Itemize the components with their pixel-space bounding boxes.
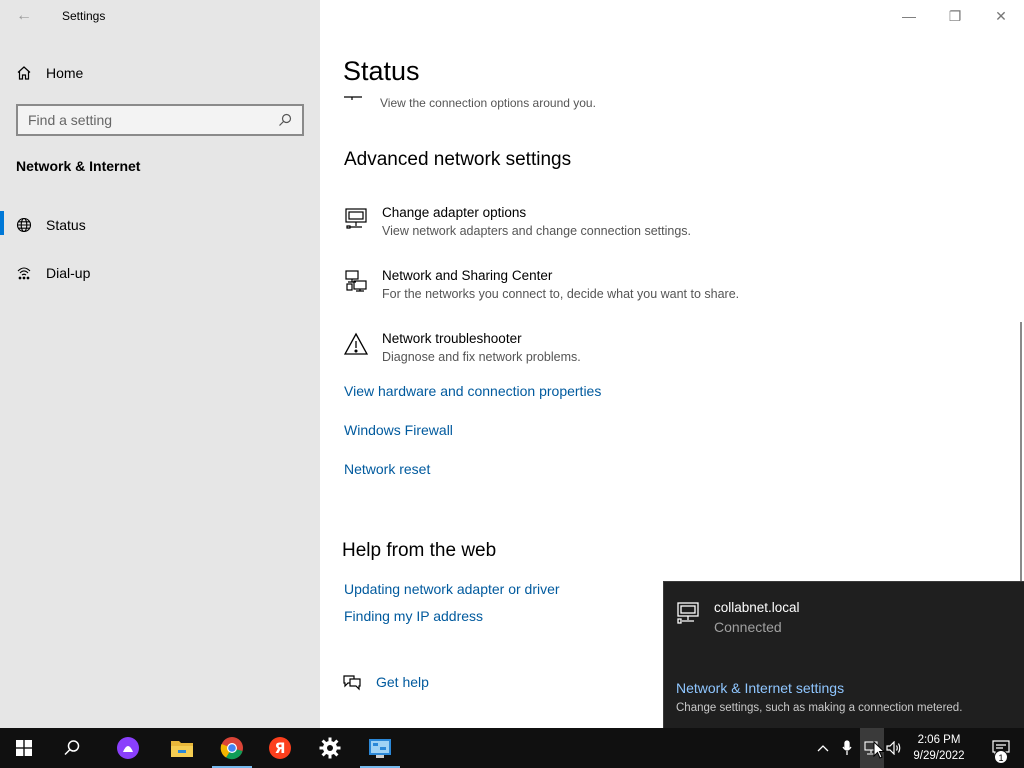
section-label-network-internet: Network & Internet (16, 158, 141, 174)
network-troubleshooter[interactable]: Network troubleshooter Diagnose and fix … (344, 330, 581, 366)
help-from-web-heading: Help from the web (342, 540, 497, 561)
maximize-button[interactable]: ❐ (932, 0, 978, 32)
file-explorer-icon (171, 741, 193, 757)
sidebar-item-dialup-label: Dial-up (46, 265, 91, 281)
finding-ip-address-link[interactable]: Finding my IP address (344, 608, 483, 624)
start-button[interactable] (0, 728, 48, 768)
warning-icon (344, 332, 368, 355)
close-button[interactable]: ✕ (978, 0, 1024, 32)
network-status: Connected (714, 619, 782, 635)
sidebar-item-status-label: Status (46, 217, 86, 233)
home-nav-item[interactable]: Home (16, 60, 83, 86)
clock-date: 9/29/2022 (913, 750, 965, 762)
search-icon (279, 113, 292, 126)
control-panel-icon (369, 739, 391, 758)
network-settings-desc: Change settings, such as making a connec… (676, 702, 963, 714)
get-help-label: Get help (376, 674, 429, 690)
microphone-tray-button[interactable] (836, 728, 858, 768)
home-label: Home (46, 65, 84, 81)
control-panel-button[interactable] (356, 728, 404, 768)
change-adapter-options[interactable]: Change adapter options View network adap… (344, 204, 691, 240)
notification-count-badge: 1 (994, 750, 1008, 764)
volume-tray-button[interactable] (884, 728, 904, 768)
network-flyout: collabnet.local Connected Network & Inte… (663, 581, 1024, 728)
app-title: Settings (62, 9, 106, 23)
get-help-icon (343, 675, 361, 691)
action-center-button[interactable]: 1 (978, 728, 1024, 768)
microphone-icon (842, 740, 852, 755)
back-arrow-icon[interactable]: ← (10, 2, 38, 30)
search-icon (64, 740, 80, 756)
change-adapter-desc: View network adapters and change connect… (382, 224, 691, 238)
network-reset-link[interactable]: Network reset (344, 461, 430, 477)
yandex-browser-button[interactable]: Я (256, 728, 304, 768)
change-adapter-title: Change adapter options (382, 205, 527, 220)
window-controls: — ❐ ✕ (886, 0, 1024, 32)
chrome-button[interactable] (208, 728, 256, 768)
network-options-icon (344, 88, 364, 100)
partial-option-desc: View the connection options around you. (380, 96, 596, 110)
find-setting-input[interactable] (28, 112, 278, 128)
advanced-settings-heading: Advanced network settings (344, 149, 572, 170)
page-title: Status (343, 56, 420, 86)
adapter-icon (345, 208, 367, 229)
volume-icon (886, 741, 901, 755)
settings-app-button[interactable] (306, 728, 354, 768)
troubleshooter-title: Network troubleshooter (382, 331, 522, 346)
alice-icon (117, 737, 139, 759)
taskbar-clock[interactable]: 2:06 PM 9/29/2022 (904, 732, 974, 764)
sidebar-item-status[interactable]: Status (0, 208, 320, 242)
sharing-center-icon (345, 270, 367, 292)
settings-gear-icon (319, 737, 341, 759)
find-setting-search-box[interactable] (16, 104, 304, 136)
mouse-cursor-icon (873, 741, 885, 759)
home-icon (17, 66, 31, 80)
alice-app-button[interactable] (104, 728, 152, 768)
yandex-icon: Я (269, 737, 291, 759)
file-explorer-button[interactable] (158, 728, 206, 768)
dialup-icon (17, 267, 31, 280)
clock-time: 2:06 PM (917, 734, 961, 746)
get-help-link[interactable]: Get help (342, 673, 429, 691)
updating-network-adapter-link[interactable]: Updating network adapter or driver (344, 581, 560, 597)
svg-text:Я: Я (275, 741, 286, 757)
chevron-up-icon (817, 745, 829, 752)
view-hardware-properties-link[interactable]: View hardware and connection properties (344, 383, 601, 399)
ethernet-network-icon (677, 602, 699, 624)
troubleshooter-desc: Diagnose and fix network problems. (382, 350, 581, 364)
network-name: collabnet.local (714, 600, 800, 615)
taskbar: Я 2:06 PM 9/29/2022 1 (0, 728, 1024, 768)
network-internet-settings-link[interactable]: Network & Internet settings (676, 680, 844, 696)
network-connection-item[interactable]: collabnet.local Connected (676, 600, 800, 635)
start-icon (16, 740, 32, 756)
chrome-icon (220, 737, 243, 760)
sidebar-item-dialup[interactable]: Dial-up (0, 256, 320, 290)
windows-firewall-link[interactable]: Windows Firewall (344, 422, 453, 438)
taskbar-search-button[interactable] (48, 728, 96, 768)
sharing-center-title: Network and Sharing Center (382, 268, 553, 283)
show-hidden-icons-button[interactable] (812, 728, 834, 768)
minimize-button[interactable]: — (886, 0, 932, 32)
network-sharing-center[interactable]: Network and Sharing Center For the netwo… (344, 267, 739, 303)
sharing-center-desc: For the networks you connect to, decide … (382, 287, 740, 301)
settings-sidebar: ← Settings Home Network & Internet Statu… (0, 0, 320, 728)
globe-icon (16, 217, 32, 233)
